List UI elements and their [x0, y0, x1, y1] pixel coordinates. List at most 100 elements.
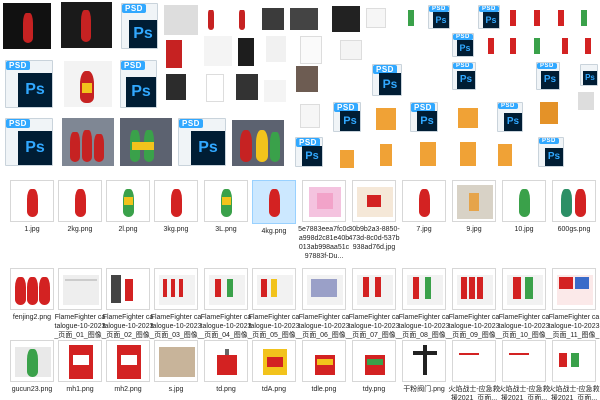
file-thumbnail[interactable] [302, 180, 346, 222]
file-thumbnail[interactable] [58, 180, 102, 222]
file-thumbnail[interactable] [204, 268, 248, 310]
file-thumbnail[interactable] [204, 340, 248, 382]
photo-thumbnail[interactable] [458, 108, 478, 128]
file-thumbnail[interactable] [252, 268, 296, 310]
file-item[interactable]: tdA.png [248, 340, 300, 394]
psd-file-icon[interactable]: PSD Ps [178, 118, 226, 166]
file-item[interactable]: FlameFighter catalogue-10-2023_页面_08_图像_… [398, 268, 450, 349]
file-item[interactable]: td.png [200, 340, 252, 394]
file-thumbnail[interactable] [352, 180, 396, 222]
file-item[interactable]: 5e7883eea7fc0ca998d2c81e40b013ab998aa51c… [298, 180, 350, 261]
file-item[interactable]: 7.jpg [398, 180, 450, 234]
file-item[interactable]: tdy.png [348, 340, 400, 394]
psd-file-icon[interactable]: PSD Ps [428, 5, 450, 29]
file-item[interactable]: 9.jpg [448, 180, 500, 234]
psd-file-icon[interactable]: PSD Ps [536, 62, 560, 90]
psd-file-icon[interactable]: PSD Ps [333, 102, 361, 132]
file-item[interactable]: mh1.png [54, 340, 106, 394]
photo-extinguisher-2[interactable] [61, 2, 112, 48]
photo-thumbnail[interactable] [166, 40, 182, 68]
psd-file-icon[interactable]: PSD Ps [452, 62, 476, 90]
photo-thumbnail[interactable] [556, 8, 566, 28]
file-thumbnail[interactable] [552, 180, 596, 222]
psd-file-icon[interactable]: PSD Ps [410, 102, 438, 132]
file-thumbnail[interactable] [204, 180, 248, 222]
file-thumbnail[interactable] [10, 268, 54, 310]
photo-extinguisher-1[interactable] [3, 3, 51, 49]
file-thumbnail[interactable] [452, 340, 496, 382]
photo-thumbnail[interactable] [578, 8, 590, 28]
photo-thumbnail[interactable] [236, 74, 258, 100]
photo-thumbnail[interactable] [376, 108, 396, 130]
file-thumbnail[interactable] [402, 268, 446, 310]
photo-thumbnail[interactable] [410, 66, 438, 90]
file-item[interactable]: FlameFighter catalogue-10-2023_页面_02_图像_… [102, 268, 154, 349]
file-item[interactable]: 3kg.png [150, 180, 202, 234]
file-item[interactable]: FlameFighter catalogue-10-2023_页面_07_图像_… [348, 268, 400, 349]
psd-file-icon[interactable]: PSD Ps [120, 60, 157, 108]
file-thumbnail[interactable] [352, 268, 396, 310]
file-item[interactable]: FlameFighter catalogue-10-2023_页面_05_图像_… [248, 268, 300, 349]
photo-thumbnail[interactable] [406, 8, 416, 28]
file-thumbnail[interactable] [302, 340, 346, 382]
psd-file-icon[interactable]: PSD Ps [5, 118, 53, 166]
psd-file-icon[interactable]: PSD Ps [295, 137, 323, 167]
photo-thumbnail[interactable] [166, 74, 186, 100]
psd-file-icon[interactable]: PSD Ps [372, 64, 402, 96]
psd-file-icon[interactable]: PSD Ps [5, 60, 53, 108]
file-item[interactable]: 2l.png [102, 180, 154, 234]
psd-file-icon[interactable]: PSD Ps [478, 5, 500, 29]
file-thumbnail[interactable] [154, 180, 198, 222]
photo-thumbnail[interactable] [420, 142, 436, 166]
file-item[interactable]: 4kg.png [248, 180, 300, 236]
photo-thumbnail[interactable] [532, 8, 542, 28]
file-item[interactable]: FlameFighter catalogue-10-2023_页面_03_图像_… [150, 268, 202, 349]
file-thumbnail[interactable] [154, 340, 198, 382]
file-item[interactable]: 3L.png [200, 180, 252, 234]
file-item[interactable]: mh2.png [102, 340, 154, 394]
file-thumbnail[interactable] [552, 268, 596, 310]
photo-thumbnail[interactable] [290, 8, 318, 30]
psd-file-icon[interactable]: Ps [580, 64, 598, 86]
photo-extinguisher-group[interactable] [120, 118, 172, 166]
file-thumbnail[interactable] [106, 340, 150, 382]
file-item[interactable]: FlameFighter catalogue-10-2023_页面_11_图像_… [548, 268, 600, 349]
file-thumbnail[interactable] [452, 180, 496, 222]
photo-extinguisher-group[interactable] [232, 120, 284, 166]
file-item[interactable]: 1.jpg [6, 180, 58, 234]
file-thumbnail[interactable] [352, 340, 396, 382]
file-item[interactable]: 2kg.png [54, 180, 106, 234]
photo-thumbnail[interactable] [380, 144, 392, 166]
file-item[interactable]: FlameFighter catalogue-10-2023_页面_10_图像_… [498, 268, 550, 349]
file-item[interactable]: FlameFighter catalogue-10-2023_页面_06_图像_… [298, 268, 350, 349]
photo-thumbnail[interactable] [508, 8, 518, 28]
file-item[interactable]: s.jpg [150, 340, 202, 394]
photo-thumbnail[interactable] [206, 74, 224, 102]
file-item[interactable]: 火焰战士-应急救援2021_页面... [548, 340, 600, 400]
photo-thumbnail[interactable] [266, 36, 286, 62]
psd-file-icon[interactable]: PSD Ps [121, 3, 158, 49]
photo-extinguisher-group[interactable] [62, 118, 114, 166]
psd-file-icon[interactable]: PSD Ps [538, 137, 564, 167]
file-thumbnail[interactable] [502, 268, 546, 310]
photo-thumbnail[interactable] [460, 142, 476, 166]
file-item[interactable]: tdle.png [298, 340, 350, 394]
file-thumbnail[interactable] [106, 268, 150, 310]
photo-thumbnail[interactable] [540, 102, 558, 124]
file-thumbnail[interactable] [58, 340, 102, 382]
file-item[interactable]: 10.jpg [498, 180, 550, 234]
photo-thumbnail[interactable] [264, 80, 286, 102]
photo-thumbnail[interactable] [300, 104, 320, 128]
photo-thumbnail[interactable] [300, 36, 322, 64]
file-thumbnail[interactable] [252, 340, 296, 382]
file-thumbnail[interactable] [502, 180, 546, 222]
file-item[interactable]: fenjing2.png [6, 268, 58, 322]
file-thumbnail[interactable] [252, 180, 296, 224]
file-item[interactable]: 火焰战士-应急救援2021_页面... [448, 340, 500, 400]
photo-thumbnail[interactable] [340, 40, 362, 60]
photo-thumbnail[interactable] [332, 6, 360, 32]
file-thumbnail[interactable] [402, 340, 446, 382]
file-thumbnail[interactable] [10, 340, 54, 382]
psd-file-icon[interactable]: PSD Ps [497, 102, 523, 132]
psd-file-icon[interactable]: PSD Ps [452, 33, 474, 57]
